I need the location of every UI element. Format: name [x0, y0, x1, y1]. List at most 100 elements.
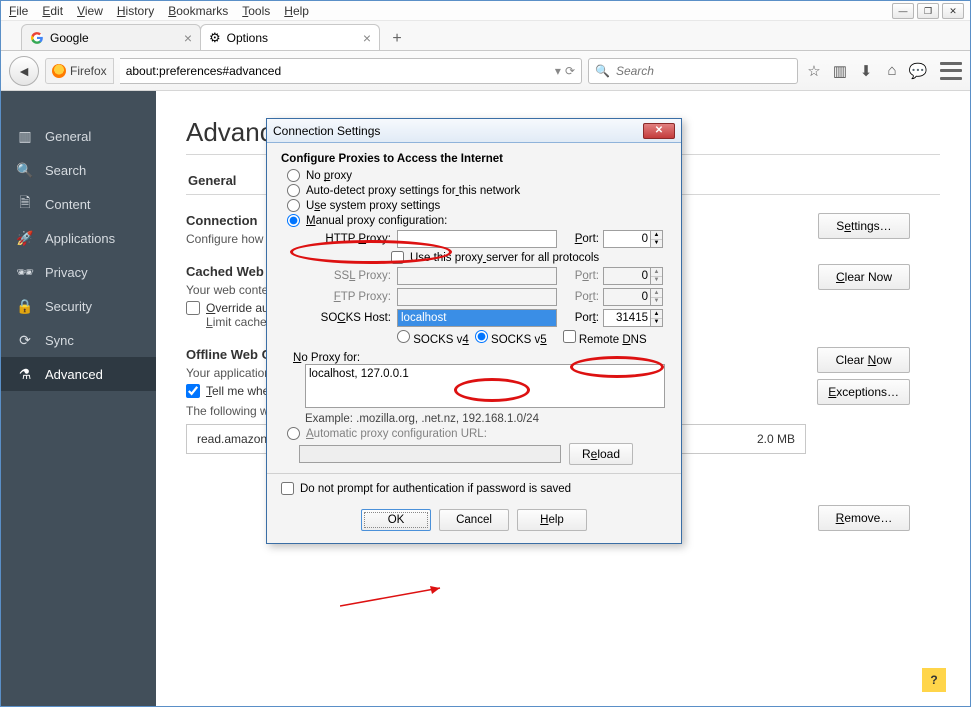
back-button[interactable]: ◄ [9, 56, 39, 86]
radio-no-proxy[interactable]: No proxy [287, 169, 667, 182]
help-button[interactable]: ? [922, 668, 946, 692]
new-tab-button[interactable]: + [383, 28, 411, 50]
sidebar-item-content[interactable]: 🗎Content [1, 187, 156, 221]
search-input[interactable] [616, 64, 791, 78]
auto-url-input[interactable] [299, 445, 561, 463]
radio-manual-proxy[interactable]: Manual proxy configuration: [287, 214, 667, 227]
sidebar-item-applications[interactable]: 🚀Applications [1, 221, 156, 255]
sidebar-item-label: General [45, 129, 91, 144]
menu-bookmarks[interactable]: Bookmarks [168, 4, 228, 18]
use-for-all-checkbox[interactable] [391, 251, 404, 264]
help-button[interactable]: Help [517, 509, 587, 531]
exceptions-button[interactable]: Exceptions… [817, 379, 910, 405]
sidebar-item-advanced[interactable]: ⚗Advanced [1, 357, 156, 391]
http-proxy-host-input[interactable] [397, 230, 557, 248]
content-icon: 🗎 [17, 196, 33, 212]
ftp-proxy-label: FTP Proxy: [293, 291, 391, 303]
socks-host-input[interactable] [397, 309, 557, 327]
window-minimize-button[interactable]: — [892, 3, 914, 19]
reload-pac-button[interactable]: Reload [569, 443, 633, 465]
radio-auto-detect[interactable]: Auto-detect proxy settings for this netw… [287, 184, 667, 197]
ok-button[interactable]: OK [361, 509, 431, 531]
sidebar-item-privacy[interactable]: 🕶 Privacy [1, 255, 156, 289]
security-icon: 🔒 [17, 298, 33, 314]
ssl-proxy-port-input[interactable] [603, 267, 651, 285]
sync-icon: ⟳ [17, 332, 33, 348]
tab-close-icon[interactable]: × [363, 30, 371, 46]
connection-settings-button[interactable]: Settings… [818, 213, 910, 239]
window-close-button[interactable]: ✕ [942, 3, 964, 19]
menu-button[interactable] [940, 62, 962, 80]
dialog-title: Connection Settings [273, 124, 380, 138]
ftp-proxy-row: FTP Proxy: Port: ▲▼ [293, 288, 667, 306]
url-bar[interactable]: ▾ ⟳ [120, 58, 582, 84]
no-proxy-input[interactable]: localhost, 127.0.0.1 [305, 364, 665, 408]
menu-edit[interactable]: Edit [42, 4, 63, 18]
no-proxy-label: No Proxy for: [293, 352, 667, 364]
ftp-port-spinner[interactable]: ▲▼ [651, 288, 663, 306]
chat-icon[interactable]: 💬 [908, 61, 928, 81]
sidebar-item-security[interactable]: 🔒 Security [1, 289, 156, 323]
http-proxy-label: HTTP Proxy: [293, 233, 391, 245]
socks-port-spinner[interactable]: ▲▼ [651, 309, 663, 327]
sidebar-item-general[interactable]: ▥General [1, 119, 156, 153]
home-icon[interactable]: ⌂ [882, 61, 902, 81]
socks-version-row: SOCKS v4 SOCKS v5 Remote DNS [397, 330, 667, 346]
bookmark-star-icon[interactable]: ☆ [804, 61, 824, 81]
url-input[interactable] [126, 64, 551, 78]
tellme-checkbox[interactable] [186, 384, 200, 398]
search-bar[interactable]: 🔍 [588, 58, 798, 84]
no-prompt-check[interactable]: Do not prompt for authentication if pass… [281, 482, 667, 495]
ftp-proxy-host-input[interactable] [397, 288, 557, 306]
tab-label: Options [227, 31, 268, 45]
ssl-proxy-label: SSL Proxy: [293, 270, 391, 282]
window-maximize-button[interactable]: ❐ [917, 3, 939, 19]
privacy-icon: 🕶 [17, 264, 33, 280]
http-port-spinner[interactable]: ▲▼ [651, 230, 663, 248]
tab-strip: Google × ⚙ Options × + [1, 21, 970, 51]
cancel-button[interactable]: Cancel [439, 509, 509, 531]
dialog-titlebar[interactable]: Connection Settings ✕ [267, 119, 681, 143]
identity-box[interactable]: Firefox [45, 58, 114, 84]
library-icon[interactable]: ▥ [830, 61, 850, 81]
radio-socks-v4[interactable]: SOCKS v4 [397, 330, 469, 346]
sidebar-item-label: Security [45, 299, 92, 314]
tab-google[interactable]: Google × [21, 24, 201, 50]
tab-options[interactable]: ⚙ Options × [200, 24, 380, 50]
sidebar-item-label: Advanced [45, 367, 103, 382]
menu-file[interactable]: File [9, 4, 28, 18]
http-proxy-port-input[interactable] [603, 230, 651, 248]
subtab-general[interactable]: General [186, 167, 238, 194]
sidebar-item-label: Privacy [45, 265, 88, 280]
menu-history[interactable]: History [117, 4, 154, 18]
no-prompt-checkbox[interactable] [281, 482, 294, 495]
remote-dns-check[interactable]: Remote DNS [563, 330, 647, 346]
sidebar-item-search[interactable]: 🔍Search [1, 153, 156, 187]
ssl-port-spinner[interactable]: ▲▼ [651, 267, 663, 285]
clear-offline-button[interactable]: Clear Now [817, 347, 910, 373]
tab-label: Google [50, 31, 89, 45]
urlbar-dropdown-icon[interactable]: ▾ [555, 64, 561, 78]
remove-offline-button[interactable]: Remove… [818, 505, 910, 531]
override-cache-checkbox[interactable] [186, 301, 200, 315]
socks-port-input[interactable] [603, 309, 651, 327]
radio-auto-url[interactable]: Automatic proxy configuration URL: [287, 427, 667, 440]
menu-view[interactable]: View [77, 4, 103, 18]
sidebar-item-sync[interactable]: ⟳ Sync [1, 323, 156, 357]
ssl-proxy-host-input[interactable] [397, 267, 557, 285]
radio-socks-v5[interactable]: SOCKS v5 [475, 330, 547, 346]
dialog-close-button[interactable]: ✕ [643, 123, 675, 139]
ftp-proxy-port-input[interactable] [603, 288, 651, 306]
menu-tools[interactable]: Tools [242, 4, 270, 18]
clear-cache-button[interactable]: Clear Now [818, 264, 910, 290]
menubar: File Edit View History Bookmarks Tools H… [1, 1, 970, 21]
sidebar-item-label: Sync [45, 333, 74, 348]
downloads-icon[interactable]: ⬇ [856, 61, 876, 81]
menu-help[interactable]: Help [284, 4, 309, 18]
tab-close-icon[interactable]: × [184, 30, 192, 46]
reload-icon[interactable]: ⟳ [565, 64, 575, 78]
sidebar-item-label: Applications [45, 231, 115, 246]
radio-system-proxy[interactable]: Use system proxy settings [287, 199, 667, 212]
use-for-all-check[interactable]: Use this proxy server for all protocols [391, 251, 667, 264]
dialog-buttons: OK Cancel Help [267, 501, 681, 543]
